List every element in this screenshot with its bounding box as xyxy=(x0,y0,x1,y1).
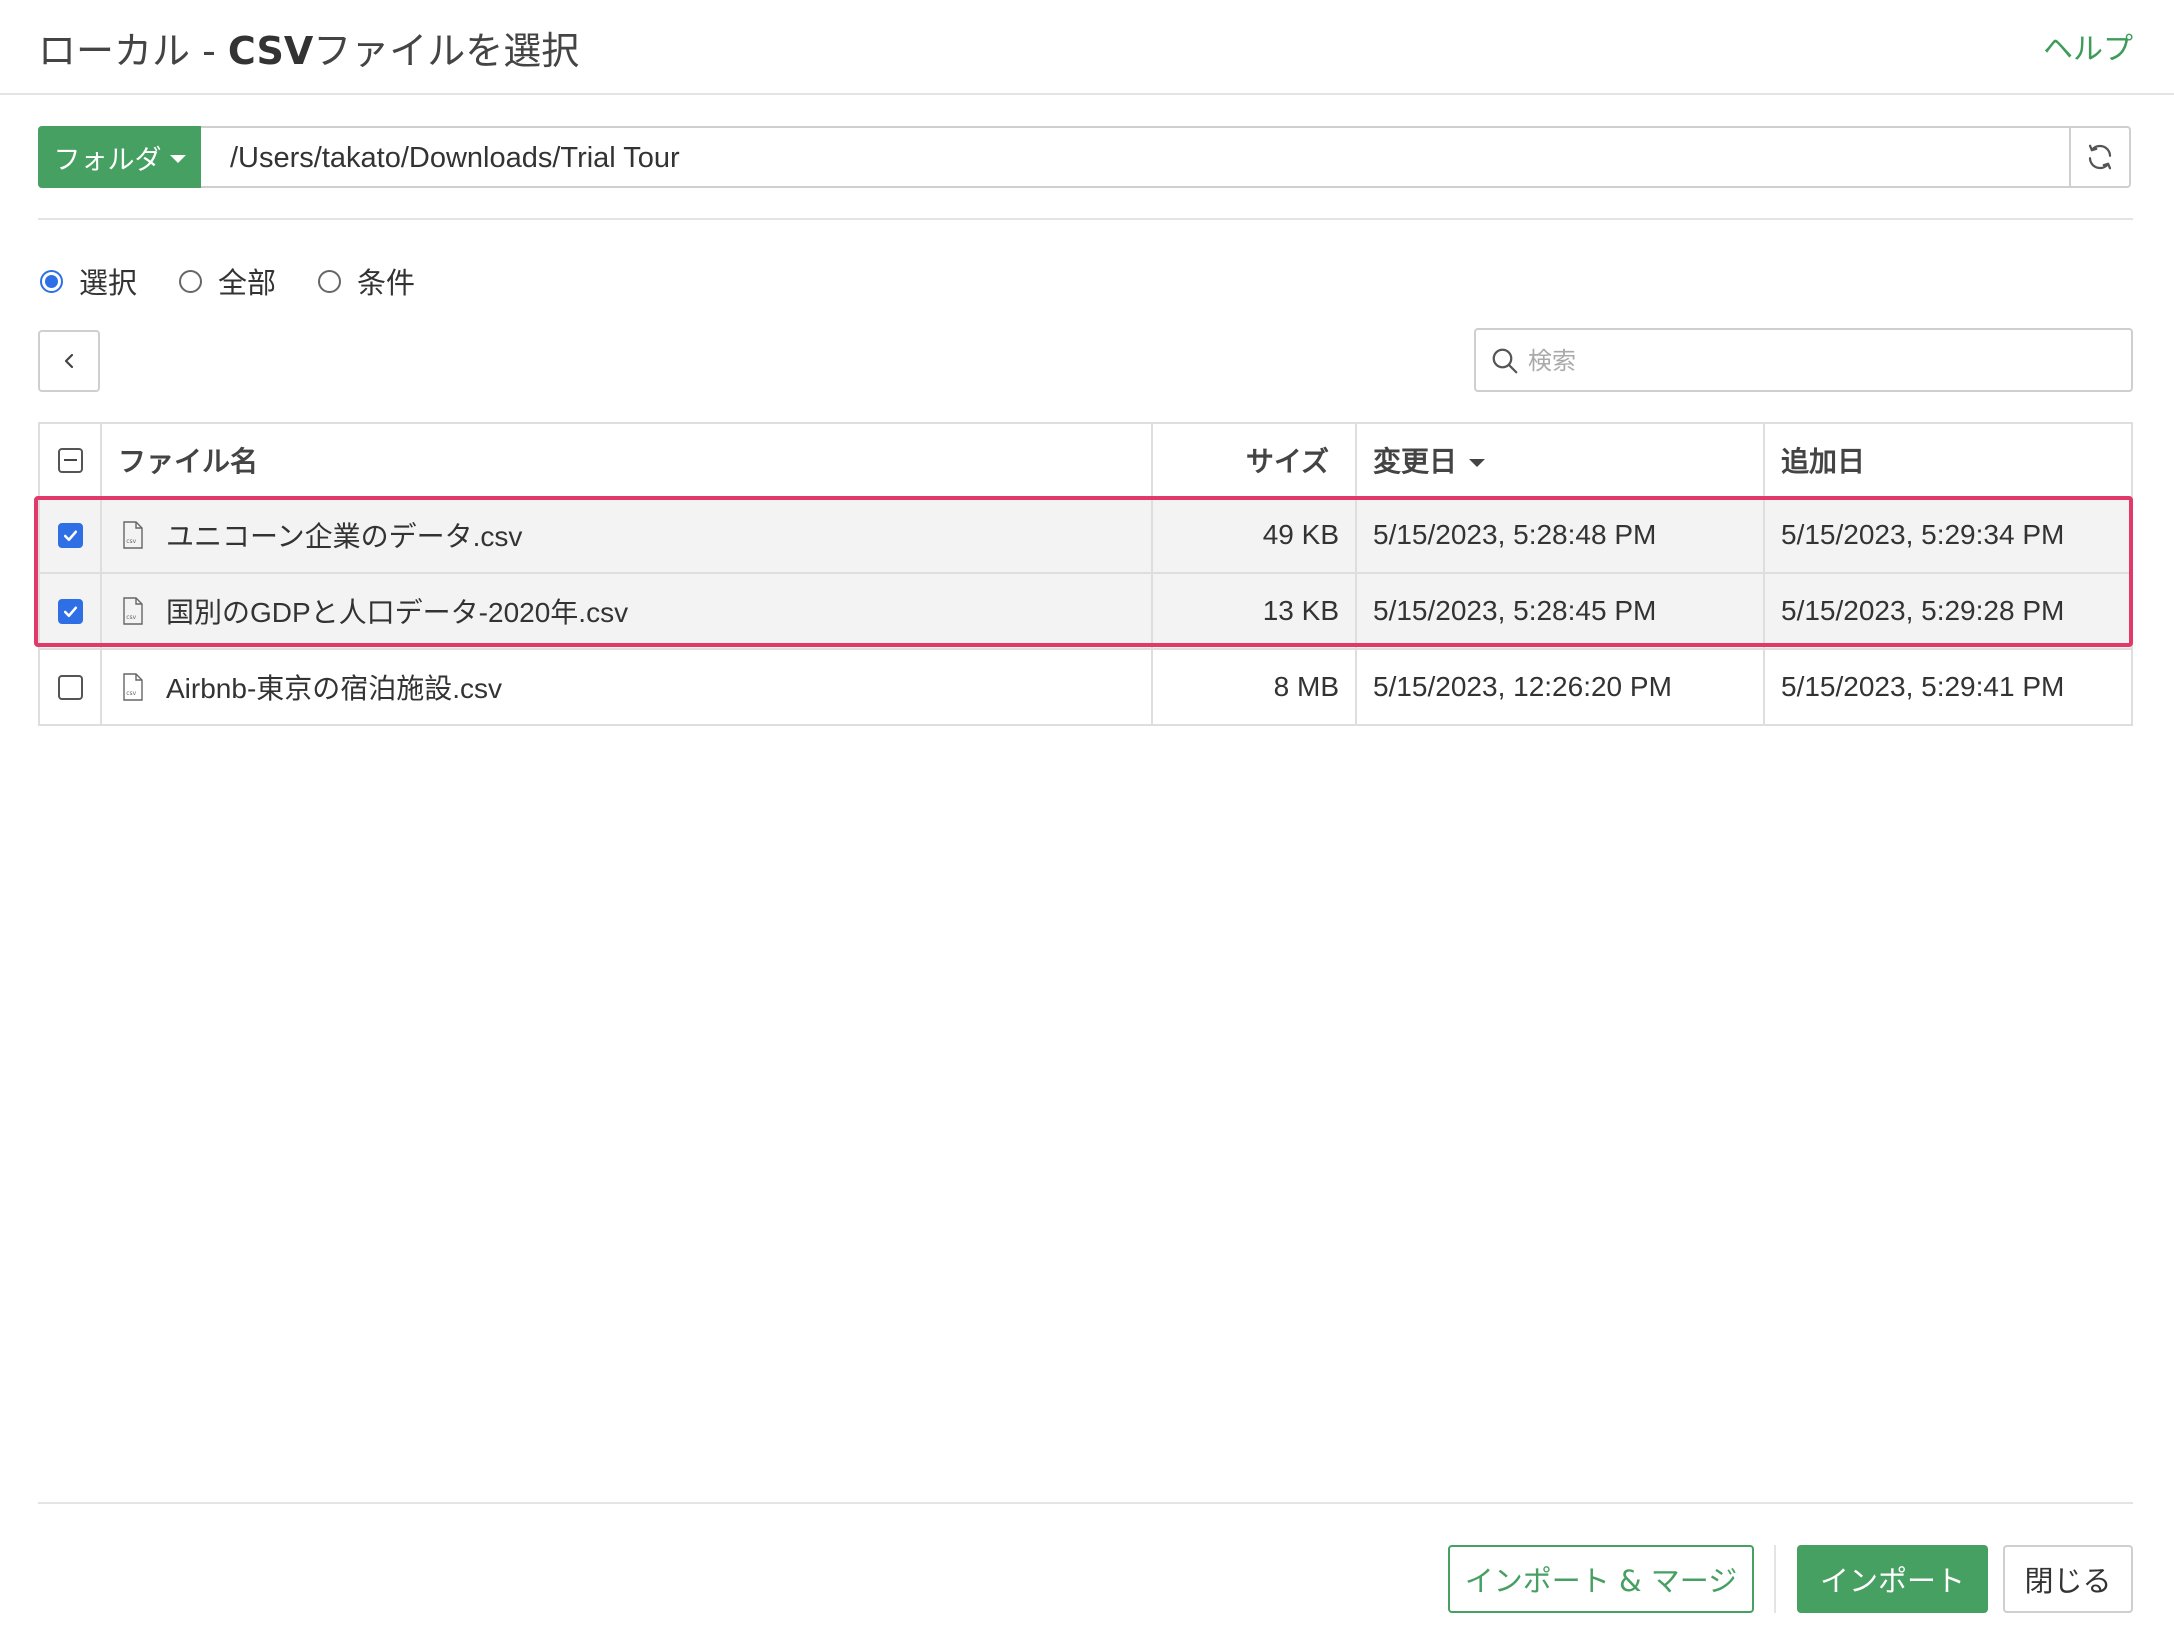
selection-mode-group: 選択 全部 条件 xyxy=(40,260,457,302)
row-checkbox[interactable] xyxy=(57,522,83,548)
csv-file-icon: csv xyxy=(123,597,143,625)
file-modified: 5/15/2023, 5:28:48 PM xyxy=(1355,496,1765,574)
radio-icon[interactable] xyxy=(318,269,342,293)
select-all-checkbox[interactable] xyxy=(57,447,83,473)
mode-option-condition[interactable]: 条件 xyxy=(318,260,415,302)
row-checkbox[interactable] xyxy=(57,598,83,624)
checkmark-icon xyxy=(63,530,77,541)
row-check-cell xyxy=(38,648,102,726)
path-input[interactable] xyxy=(200,128,2069,188)
column-header-added[interactable]: 追加日 xyxy=(1763,422,2133,498)
close-button[interactable]: 閉じる xyxy=(2003,1545,2133,1613)
select-all-cell xyxy=(38,422,102,498)
file-name-cell: csv ユニコーン企業のデータ.csv xyxy=(100,496,1153,574)
row-check-cell xyxy=(38,572,102,650)
row-checkbox[interactable] xyxy=(57,674,83,700)
refresh-icon xyxy=(2088,144,2112,170)
row-check-cell xyxy=(38,496,102,574)
mode-option-label: 選択 xyxy=(79,266,138,300)
svg-text:csv: csv xyxy=(126,538,136,545)
svg-text:csv: csv xyxy=(126,614,136,621)
import-button[interactable]: インポート xyxy=(1797,1545,1988,1613)
mode-option-label: 条件 xyxy=(357,266,416,300)
table-row[interactable]: csv Airbnb-東京の宿泊施設.csv 8 MB 5/15/2023, 1… xyxy=(38,648,2133,726)
radio-icon[interactable] xyxy=(179,269,203,293)
search-input[interactable] xyxy=(1526,330,2121,392)
svg-text:csv: csv xyxy=(126,690,136,697)
dialog-title: ローカル - CSVファイルを選択 xyxy=(38,29,580,73)
mode-option-label: 全部 xyxy=(218,266,277,300)
file-name: ユニコーン企業のデータ.csv xyxy=(166,521,523,552)
import-merge-button[interactable]: インポート & マージ xyxy=(1448,1545,1754,1613)
back-button[interactable] xyxy=(38,330,100,392)
table-header-row: ファイル名 サイズ 変更日 追加日 xyxy=(38,422,2133,498)
column-header-name[interactable]: ファイル名 xyxy=(100,422,1153,498)
footer-divider xyxy=(38,1502,2133,1504)
column-header-size[interactable]: サイズ xyxy=(1151,422,1357,498)
folder-dropdown-button[interactable]: フォルダ xyxy=(38,126,201,188)
checkmark-icon xyxy=(63,606,77,617)
chevron-left-icon xyxy=(64,353,74,369)
dialog-header: ローカル - CSVファイルを選択 ヘルプ xyxy=(0,0,2174,95)
help-link[interactable]: ヘルプ xyxy=(2043,24,2133,68)
file-name-cell: csv Airbnb-東京の宿泊施設.csv xyxy=(100,648,1153,726)
csv-file-icon: csv xyxy=(123,521,143,549)
caret-down-icon xyxy=(169,155,186,163)
table-row[interactable]: csv 国別のGDPと人口データ-2020年.csv 13 KB 5/15/20… xyxy=(38,572,2133,650)
sort-desc-icon xyxy=(1469,459,1486,467)
file-table: ファイル名 サイズ 変更日 追加日 csv ユニコーン企業のデータ.csv 49… xyxy=(38,422,2133,726)
file-added: 5/15/2023, 5:29:41 PM xyxy=(1763,648,2133,726)
mode-option-select[interactable]: 選択 xyxy=(40,260,137,302)
radio-selected-icon[interactable] xyxy=(40,269,63,293)
csv-file-icon: csv xyxy=(123,673,143,701)
file-added: 5/15/2023, 5:29:28 PM xyxy=(1763,572,2133,650)
file-modified: 5/15/2023, 12:26:20 PM xyxy=(1355,648,1765,726)
file-size: 8 MB xyxy=(1151,648,1357,726)
refresh-button[interactable] xyxy=(2069,128,2129,186)
search-icon xyxy=(1492,348,1518,374)
button-separator xyxy=(1774,1545,1776,1613)
file-name-cell: csv 国別のGDPと人口データ-2020年.csv xyxy=(100,572,1153,650)
divider xyxy=(38,218,2133,220)
path-bar: フォルダ xyxy=(38,126,2131,188)
file-name: 国別のGDPと人口データ-2020年.csv xyxy=(166,597,629,628)
search-box xyxy=(1474,328,2133,392)
file-size: 13 KB xyxy=(1151,572,1357,650)
file-name: Airbnb-東京の宿泊施設.csv xyxy=(166,673,503,704)
file-modified: 5/15/2023, 5:28:45 PM xyxy=(1355,572,1765,650)
table-row[interactable]: csv ユニコーン企業のデータ.csv 49 KB 5/15/2023, 5:2… xyxy=(38,496,2133,574)
column-header-modified[interactable]: 変更日 xyxy=(1355,422,1765,498)
folder-button-label: フォルダ xyxy=(53,144,162,176)
file-added: 5/15/2023, 5:29:34 PM xyxy=(1763,496,2133,574)
file-size: 49 KB xyxy=(1151,496,1357,574)
file-select-dialog: ローカル - CSVファイルを選択 ヘルプ フォルダ 選択 全部 条件 xyxy=(0,0,2174,1630)
mode-option-all[interactable]: 全部 xyxy=(179,260,276,302)
